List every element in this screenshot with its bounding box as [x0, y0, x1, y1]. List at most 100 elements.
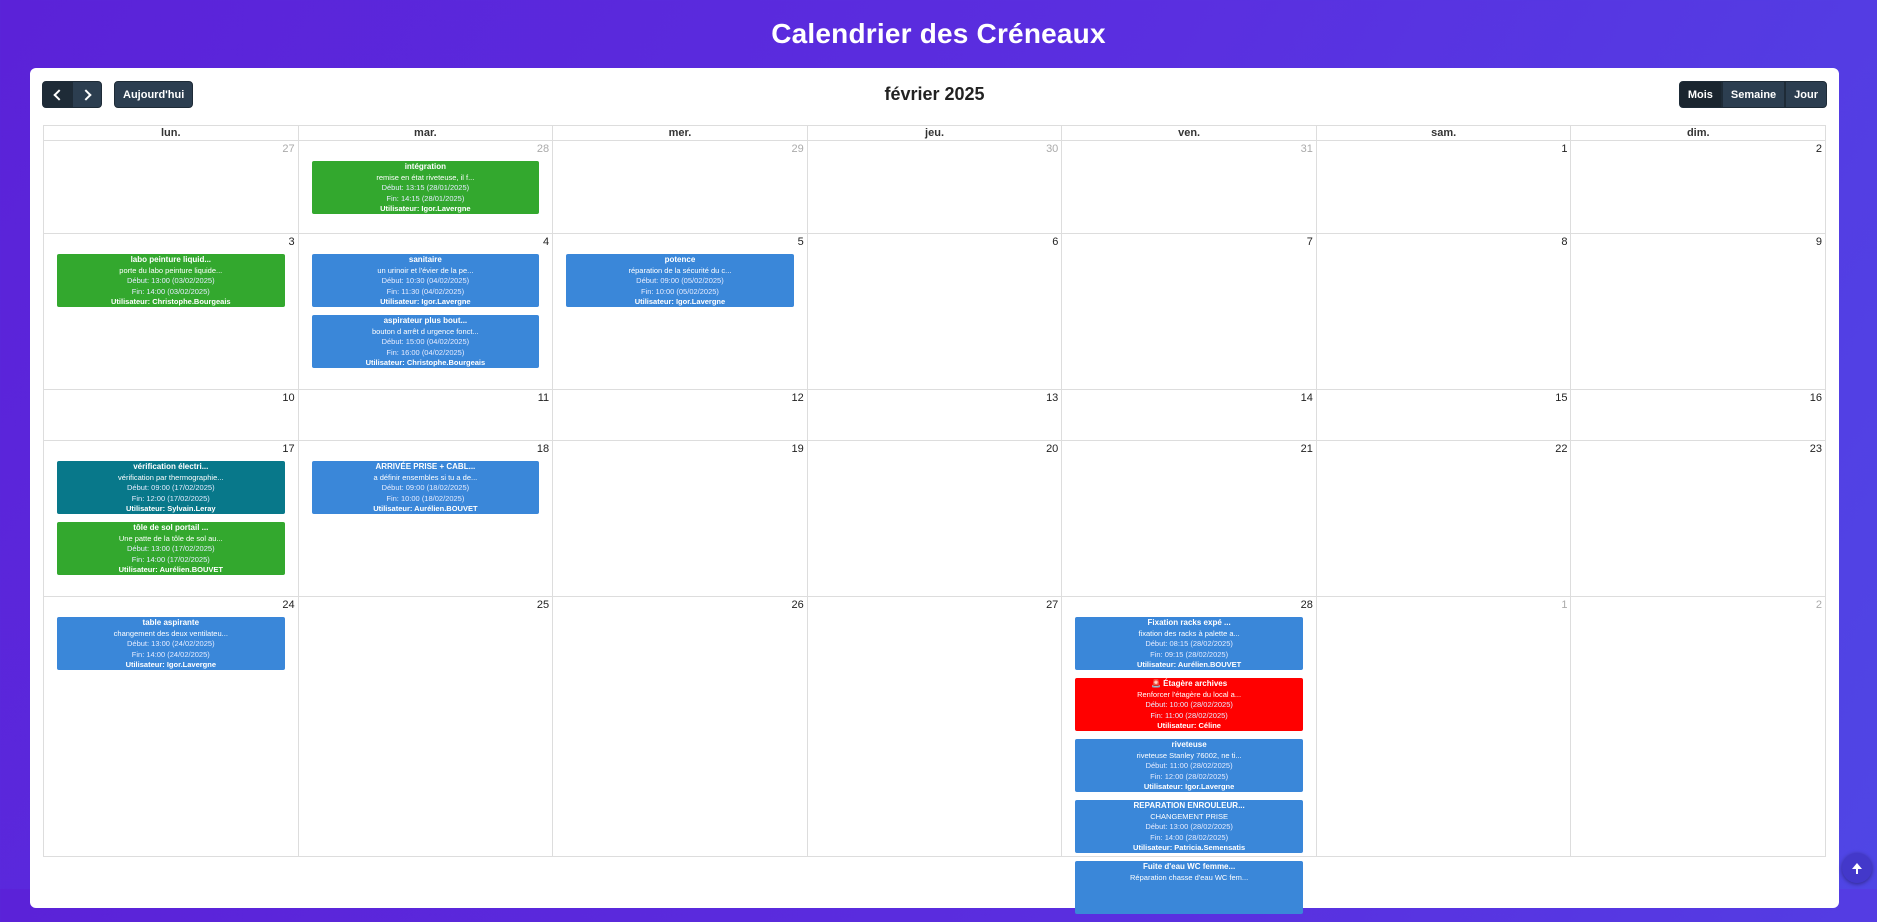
- day-cell[interactable]: 31: [1061, 141, 1316, 234]
- event-title: ARRIVÉE PRISE + CABL...: [375, 462, 476, 471]
- day-number[interactable]: 29: [791, 143, 803, 155]
- day-cell[interactable]: 28 intégration remise en état riveteuse, i…: [297, 141, 553, 234]
- calendar-event[interactable]: Fixation racks expé ... fixation des rack…: [1075, 617, 1303, 670]
- view-switcher: Mois Semaine Jour: [1678, 81, 1827, 108]
- day-cell[interactable]: 8: [1315, 234, 1571, 390]
- day-cell[interactable]: 17 vérification électri... vérification pa…: [43, 441, 298, 597]
- day-cell[interactable]: 2: [1570, 597, 1827, 857]
- day-number[interactable]: 20: [1046, 443, 1058, 455]
- view-week-button[interactable]: Semaine: [1721, 81, 1786, 108]
- day-cell[interactable]: 18 ARRIVÉE PRISE + CABL... a définir ensem…: [297, 441, 553, 597]
- week-row: 27 28 intégration remise en état riveteuse,…: [43, 141, 1827, 234]
- day-number[interactable]: 9: [1816, 236, 1822, 248]
- day-number[interactable]: 30: [1046, 143, 1058, 155]
- day-number[interactable]: 23: [1810, 443, 1822, 455]
- calendar-event[interactable]: 🚨 Étagère archives Renforcer l'étagère du…: [1075, 678, 1303, 731]
- day-number[interactable]: 27: [282, 143, 294, 155]
- day-cell[interactable]: 6: [806, 234, 1062, 390]
- day-cell[interactable]: 30: [806, 141, 1062, 234]
- calendar-event[interactable]: sanitaire un urinoir et l'évier de la pe.…: [311, 254, 540, 307]
- day-cell[interactable]: 19: [552, 441, 807, 597]
- day-cell[interactable]: 26: [552, 597, 807, 857]
- day-cell[interactable]: 3 labo peinture liquid... porte du labo pe…: [43, 234, 298, 390]
- day-number[interactable]: 4: [543, 236, 549, 248]
- day-cell[interactable]: 21: [1061, 441, 1316, 597]
- day-number[interactable]: 13: [1046, 392, 1058, 404]
- day-cell[interactable]: 1: [1315, 141, 1571, 234]
- day-cell[interactable]: 12: [552, 390, 807, 441]
- day-number[interactable]: 5: [798, 236, 804, 248]
- day-cell[interactable]: 15: [1315, 390, 1571, 441]
- day-cell[interactable]: 11: [297, 390, 553, 441]
- day-cell[interactable]: 14: [1061, 390, 1316, 441]
- day-number[interactable]: 8: [1561, 236, 1567, 248]
- event-start: Début: 13:15 (28/01/2025): [381, 183, 470, 192]
- calendar-event[interactable]: table aspirante changement des deux venti…: [57, 617, 285, 670]
- day-cell[interactable]: 2: [1570, 141, 1827, 234]
- day-cell[interactable]: 16: [1570, 390, 1827, 441]
- day-number[interactable]: 27: [1046, 599, 1058, 611]
- day-cell[interactable]: 25: [297, 597, 553, 857]
- day-number[interactable]: 22: [1555, 443, 1567, 455]
- event-user: Utilisateur: Christophe.Bourgeais: [110, 297, 231, 306]
- calendar-event[interactable]: aspirateur plus bout... bouton d arrêt d …: [311, 315, 540, 368]
- event-start: Début: 13:00 (24/02/2025): [127, 639, 215, 648]
- day-number[interactable]: 16: [1810, 392, 1822, 404]
- day-number[interactable]: 6: [1052, 236, 1058, 248]
- day-events: sanitaire un urinoir et l'évier de la pe.…: [311, 254, 540, 376]
- day-cell[interactable]: 24 table aspirante changement des deux ven…: [43, 597, 298, 857]
- day-cell[interactable]: 1: [1315, 597, 1571, 857]
- day-cell[interactable]: 7: [1061, 234, 1316, 390]
- day-cell[interactable]: 28 Fixation racks expé ... fixation des ra…: [1061, 597, 1316, 914]
- calendar-event[interactable]: Fuite d'eau WC femme... Réparation chasse…: [1075, 861, 1303, 914]
- calendar-event[interactable]: intégration remise en état riveteuse, il …: [311, 161, 540, 214]
- day-events: vérification électri... vérification par …: [57, 461, 285, 583]
- weekday-header-cell: lun.: [43, 125, 298, 141]
- calendar-event[interactable]: tôle de sol portail ... Une patte de la t…: [57, 522, 285, 575]
- calendar-event[interactable]: vérification électri... vérification par …: [57, 461, 285, 514]
- scroll-to-top-button[interactable]: [1842, 853, 1872, 883]
- day-cell[interactable]: 10: [43, 390, 298, 441]
- day-cell[interactable]: 23: [1570, 441, 1827, 597]
- day-number[interactable]: 18: [537, 443, 549, 455]
- calendar-panel: Aujourd'hui février 2025 Mois Semaine Jo…: [30, 68, 1839, 914]
- calendar-event[interactable]: ARRIVÉE PRISE + CABL... a définir ensembl…: [311, 461, 540, 514]
- day-number[interactable]: 14: [1301, 392, 1313, 404]
- day-number[interactable]: 19: [791, 443, 803, 455]
- day-number[interactable]: 26: [791, 599, 803, 611]
- day-number[interactable]: 11: [538, 392, 549, 404]
- day-cell[interactable]: 5 potence réparation de la sécurité du c..…: [552, 234, 807, 390]
- day-cell[interactable]: 13: [806, 390, 1062, 441]
- day-number[interactable]: 21: [1301, 443, 1313, 455]
- day-cell[interactable]: 27: [806, 597, 1062, 857]
- day-number[interactable]: 1: [1561, 599, 1567, 611]
- day-number[interactable]: 31: [1301, 143, 1313, 155]
- view-day-button[interactable]: Jour: [1785, 81, 1827, 108]
- day-number[interactable]: 3: [288, 236, 294, 248]
- day-number[interactable]: 2: [1816, 143, 1822, 155]
- day-cell[interactable]: 9: [1570, 234, 1827, 390]
- day-number[interactable]: 2: [1816, 599, 1822, 611]
- day-number[interactable]: 28: [537, 143, 549, 155]
- day-number[interactable]: 10: [282, 392, 294, 404]
- day-number[interactable]: 24: [282, 599, 294, 611]
- day-cell[interactable]: 4 sanitaire un urinoir et l'évier de la pe…: [297, 234, 553, 390]
- calendar-event[interactable]: labo peinture liquid... porte du labo pei…: [57, 254, 285, 307]
- day-number[interactable]: 1: [1561, 143, 1567, 155]
- month-grid: lun. mar. mer. jeu. ven. sam. dim. 27 28 i…: [43, 125, 1827, 914]
- day-cell[interactable]: 29: [552, 141, 807, 234]
- day-number[interactable]: 12: [791, 392, 803, 404]
- day-cell[interactable]: 20: [806, 441, 1062, 597]
- day-cell[interactable]: 22: [1315, 441, 1571, 597]
- day-number[interactable]: 7: [1307, 236, 1313, 248]
- calendar-event[interactable]: REPARATION ENROULEUR... CHANGEMENT PRISE D…: [1075, 800, 1303, 853]
- day-number[interactable]: 25: [537, 599, 549, 611]
- view-month-button[interactable]: Mois: [1678, 81, 1722, 108]
- day-number[interactable]: 17: [282, 443, 294, 455]
- day-number[interactable]: 15: [1555, 392, 1567, 404]
- day-number[interactable]: 28: [1301, 599, 1313, 611]
- day-cell[interactable]: 27: [43, 141, 298, 234]
- calendar-event[interactable]: potence réparation de la sécurité du c...…: [566, 254, 794, 307]
- calendar-event[interactable]: riveteuse riveteuse Stanley 76002, ne ti.…: [1075, 739, 1303, 792]
- event-user: Utilisateur: Christophe.Bourgeais: [365, 358, 486, 367]
